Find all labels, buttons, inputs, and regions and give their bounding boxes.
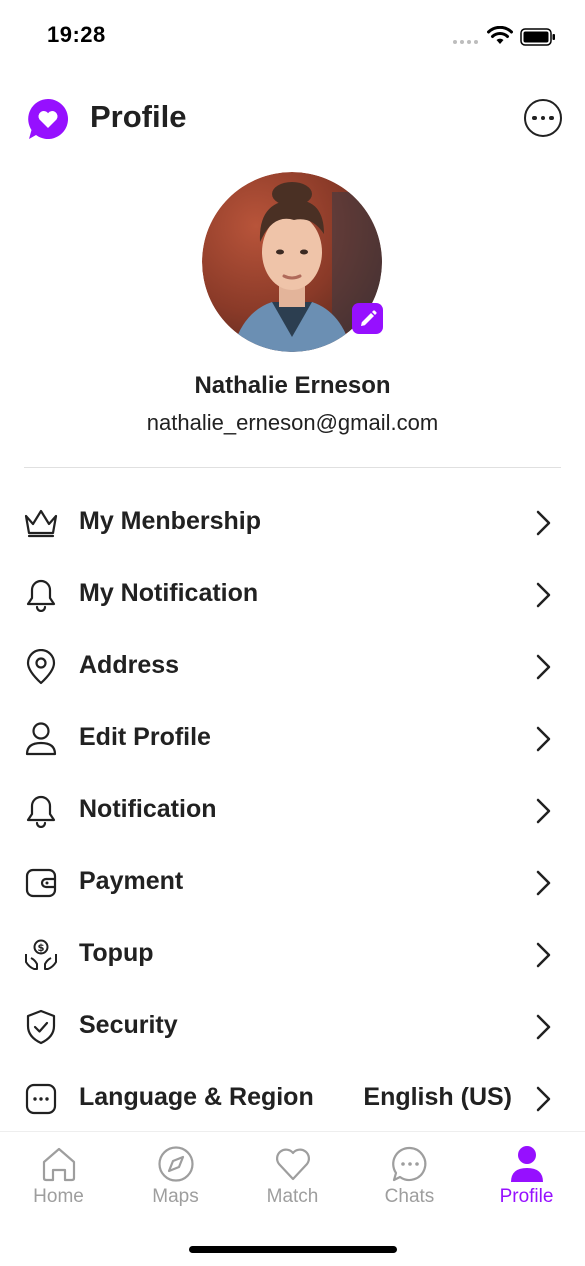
tab-label: Home — [33, 1186, 84, 1207]
battery-icon — [520, 28, 555, 46]
avatar-container — [202, 172, 384, 354]
tab-maps[interactable]: Maps — [117, 1132, 234, 1217]
profile-email: nathalie_erneson@gmail.com — [146, 410, 439, 435]
chevron-right-icon — [536, 510, 551, 536]
menu-item-label: Security — [79, 1011, 178, 1039]
menu-item-label: Address — [79, 651, 180, 679]
tab-label: Profile — [499, 1186, 554, 1207]
edit-avatar-button[interactable] — [352, 303, 383, 334]
menu-item-label: My Menbership — [79, 507, 261, 535]
tab-label: Maps — [152, 1186, 199, 1207]
menu-item-label: Language & Region — [79, 1083, 314, 1111]
tab-profile[interactable]: Profile — [468, 1132, 585, 1217]
menu-item-notification[interactable]: Notification — [0, 775, 585, 847]
pencil-icon — [360, 309, 377, 326]
bell-icon — [26, 795, 56, 828]
wifi-icon — [487, 26, 513, 44]
menu-item-language-region[interactable]: Language & Region English (US) — [0, 1063, 585, 1135]
bell-icon — [26, 579, 56, 612]
menu-item-payment[interactable]: Payment — [0, 847, 585, 919]
menu-item-label: Edit Profile — [79, 723, 211, 751]
brand-logo-icon — [28, 99, 69, 139]
menu-item-my-notification[interactable]: My Notification — [0, 559, 585, 631]
settings-menu: My Menbership My Notification Address Ed… — [0, 487, 585, 1135]
more-options-button[interactable] — [524, 99, 562, 137]
tab-match[interactable]: Match — [234, 1132, 351, 1217]
signal-icon — [453, 40, 478, 44]
menu-item-membership[interactable]: My Menbership — [0, 487, 585, 559]
tab-home[interactable]: Home — [0, 1132, 117, 1217]
menu-item-topup[interactable]: $ Topup — [0, 919, 585, 991]
home-indicator — [189, 1246, 397, 1253]
tab-label: Chats — [384, 1186, 435, 1207]
profile-icon — [511, 1146, 543, 1182]
menu-item-label: Topup — [79, 939, 154, 967]
chevron-right-icon — [536, 1014, 551, 1040]
chevron-right-icon — [536, 726, 551, 752]
crown-icon — [24, 509, 58, 538]
app-header: Profile — [0, 95, 585, 145]
chevron-right-icon — [536, 654, 551, 680]
menu-item-label: My Notification — [79, 579, 259, 607]
tab-label: Match — [266, 1186, 319, 1207]
chevron-right-icon — [536, 798, 551, 824]
language-value: English (US) — [363, 1083, 512, 1111]
page-title: Profile — [90, 99, 187, 134]
more-dots-icon — [532, 115, 537, 121]
chevron-right-icon — [536, 1086, 551, 1112]
menu-item-edit-profile[interactable]: Edit Profile — [0, 703, 585, 775]
user-icon — [25, 722, 57, 756]
profile-name: Nathalie Erneson — [194, 372, 391, 399]
status-bar: 19:28 — [0, 0, 585, 75]
topup-hands-icon: $ — [25, 939, 57, 970]
chat-icon — [392, 1146, 427, 1182]
tab-chats[interactable]: Chats — [351, 1132, 468, 1217]
compass-icon — [158, 1146, 194, 1182]
shield-icon — [26, 1009, 56, 1045]
chat-dots-icon — [25, 1083, 57, 1115]
menu-item-label: Payment — [79, 867, 184, 895]
chevron-right-icon — [536, 582, 551, 608]
menu-item-address[interactable]: Address — [0, 631, 585, 703]
home-icon — [42, 1147, 76, 1182]
divider — [24, 467, 561, 468]
status-time: 19:28 — [47, 22, 106, 47]
menu-item-security[interactable]: Security — [0, 991, 585, 1063]
chevron-right-icon — [536, 870, 551, 896]
chevron-right-icon — [536, 942, 551, 968]
heart-icon — [276, 1148, 310, 1181]
menu-item-label: Notification — [79, 795, 217, 823]
wallet-icon — [25, 868, 57, 898]
location-icon — [26, 649, 56, 685]
svg-text:$: $ — [38, 943, 45, 954]
